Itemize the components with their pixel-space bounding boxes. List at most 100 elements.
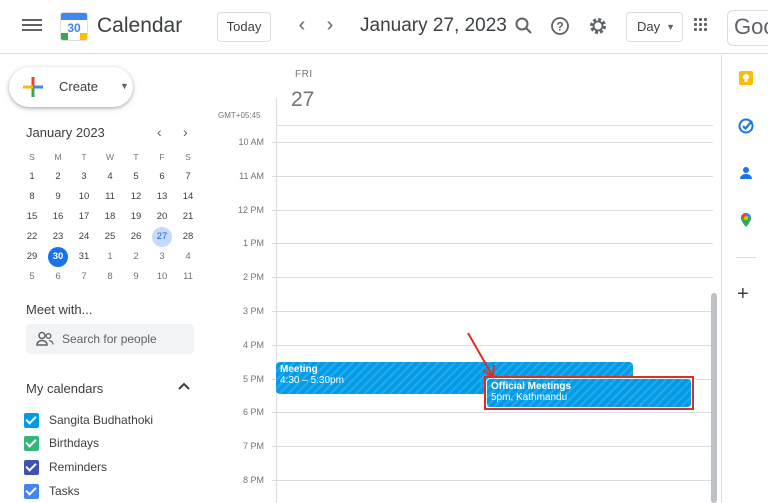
hour-label: 10 AM — [238, 137, 264, 147]
mini-calendar-day[interactable]: 10 — [149, 267, 175, 287]
google-apps-icon[interactable] — [694, 18, 708, 32]
mini-calendar-week: 1234567 — [19, 167, 201, 187]
mini-calendar-day[interactable]: 16 — [45, 207, 71, 227]
google-account-button[interactable]: Goo — [727, 10, 768, 46]
hour-label: 8 PM — [242, 475, 264, 485]
mini-calendar-day[interactable]: 3 — [149, 247, 175, 267]
mini-calendar-day[interactable]: 10 — [71, 187, 97, 207]
hour-label: 2 PM — [242, 272, 264, 282]
mini-calendar-day[interactable]: 26 — [123, 227, 149, 247]
dropdown-arrow-icon: ▼ — [666, 22, 675, 32]
create-dropdown-icon[interactable]: ▼ — [120, 81, 129, 91]
weekday-label: M — [54, 152, 62, 162]
view-switcher-dropdown[interactable]: Day ▼ — [626, 12, 683, 42]
mini-calendar-day[interactable]: 28 — [175, 227, 201, 247]
mini-calendar-day[interactable]: 12 — [123, 187, 149, 207]
checkbox-checked-icon[interactable] — [24, 436, 39, 451]
mini-calendar-day[interactable]: 21 — [175, 207, 201, 227]
mini-calendar-day[interactable]: 19 — [123, 207, 149, 227]
collapse-chevron-up-icon[interactable] — [178, 378, 190, 394]
hour-label: 1 PM — [242, 238, 264, 248]
mini-calendar-day[interactable]: 8 — [19, 187, 45, 207]
day-number[interactable]: 27 — [291, 88, 314, 112]
help-icon[interactable]: ? — [550, 16, 572, 38]
mini-calendar-day[interactable]: 2 — [123, 247, 149, 267]
create-label: Create — [59, 79, 99, 94]
mini-calendar-day[interactable]: 14 — [175, 187, 201, 207]
top-app-bar: 30 Calendar Today ‹ › January 27, 2023 ?… — [0, 0, 768, 54]
mini-calendar-day[interactable]: 23 — [45, 227, 71, 247]
create-button[interactable]: Create ▼ — [9, 67, 133, 107]
mini-calendar-day[interactable]: 1 — [97, 247, 123, 267]
mini-calendar-day[interactable]: 6 — [149, 167, 175, 187]
mini-calendar-week: 5 6 7 8 9 10 11 — [19, 267, 201, 287]
svg-text:?: ? — [556, 20, 563, 34]
mini-calendar-day[interactable]: 11 — [175, 267, 201, 287]
mini-calendar-day[interactable]: 4 — [175, 247, 201, 267]
calendar-item-label: Sangita Budhathoki — [49, 413, 154, 427]
mini-calendar-day[interactable]: 15 — [19, 207, 45, 227]
search-people-input[interactable]: Search for people — [26, 324, 194, 354]
checkbox-checked-icon[interactable] — [24, 484, 39, 499]
keep-icon[interactable] — [738, 70, 754, 86]
hour-label: 12 PM — [237, 205, 264, 215]
mini-calendar-day[interactable]: 17 — [71, 207, 97, 227]
mini-calendar-day[interactable]: 8 — [97, 267, 123, 287]
settings-gear-icon[interactable] — [588, 16, 610, 38]
search-people-placeholder: Search for people — [62, 332, 157, 346]
mini-calendar-grid: S M T W T F S 1 2 3 4 5 6 7 8 9 10 11 12 13 14 15 16 17 18 19 20 21… — [19, 147, 201, 287]
tasks-icon[interactable] — [738, 118, 754, 134]
checkbox-checked-icon[interactable] — [24, 413, 39, 428]
mini-calendar-day[interactable]: 5 — [123, 167, 149, 187]
mini-calendar-day[interactable]: 13 — [149, 187, 175, 207]
hour-gridline — [272, 243, 713, 244]
mini-calendar-day[interactable]: 30 — [45, 247, 71, 267]
mini-calendar-day[interactable]: 29 — [19, 247, 45, 267]
mini-calendar-day[interactable]: 3 — [71, 167, 97, 187]
people-icon — [36, 331, 54, 346]
hour-label: 3 PM — [242, 306, 264, 316]
all-day-divider — [276, 125, 713, 126]
previous-day-icon[interactable]: ‹ — [290, 14, 314, 38]
mini-next-month-icon[interactable]: › — [183, 124, 188, 140]
mini-calendar-day[interactable]: 18 — [97, 207, 123, 227]
mini-calendar-day[interactable]: 27 — [149, 227, 175, 247]
search-icon[interactable] — [514, 16, 536, 38]
contacts-icon[interactable] — [738, 165, 754, 181]
maps-icon[interactable] — [738, 212, 754, 228]
scrollbar-thumb[interactable] — [711, 293, 717, 503]
hour-label: 7 PM — [242, 441, 264, 451]
mini-calendar-title: January 2023 — [26, 125, 105, 140]
add-icon[interactable]: + — [737, 284, 749, 304]
today-button[interactable]: Today — [217, 12, 271, 42]
colorful-plus-icon — [23, 77, 43, 97]
weekday-header-row: SMTWTFS — [19, 147, 201, 167]
mini-calendar-day[interactable]: 7 — [71, 267, 97, 287]
calendar-item-label: Birthdays — [49, 436, 100, 450]
mini-calendar-day[interactable]: 1 — [19, 167, 45, 187]
mini-calendar-week: 15 16 17 18 19 20 21 — [19, 207, 201, 227]
mini-calendar-day[interactable]: 4 — [97, 167, 123, 187]
mini-calendar-day[interactable]: 6 — [45, 267, 71, 287]
mini-calendar-day[interactable]: 9 — [45, 187, 71, 207]
mini-calendar-day[interactable]: 9 — [123, 267, 149, 287]
mini-calendar-day[interactable]: 20 — [149, 207, 175, 227]
checkbox-checked-icon[interactable] — [24, 460, 39, 475]
main-menu-icon[interactable] — [22, 16, 42, 36]
mini-calendar-day[interactable]: 31 — [71, 247, 97, 267]
mini-calendar-day[interactable]: 22 — [19, 227, 45, 247]
calendar-logo-icon[interactable]: 30 — [60, 12, 88, 41]
mini-calendar-day[interactable]: 2 — [45, 167, 71, 187]
hour-label: 6 PM — [242, 407, 264, 417]
hour-gridline — [272, 277, 713, 278]
mini-calendar-day[interactable]: 7 — [175, 167, 201, 187]
mini-prev-month-icon[interactable]: ‹ — [157, 124, 162, 140]
mini-calendar-day[interactable]: 11 — [97, 187, 123, 207]
mini-calendar-day[interactable]: 25 — [97, 227, 123, 247]
mini-calendar-day[interactable]: 24 — [71, 227, 97, 247]
calendar-item-label: Reminders — [49, 460, 108, 474]
mini-calendar-day[interactable]: 5 — [19, 267, 45, 287]
my-calendars-heading[interactable]: My calendars — [26, 381, 103, 396]
next-day-icon[interactable]: › — [318, 14, 342, 38]
app-name[interactable]: Calendar — [97, 14, 182, 38]
